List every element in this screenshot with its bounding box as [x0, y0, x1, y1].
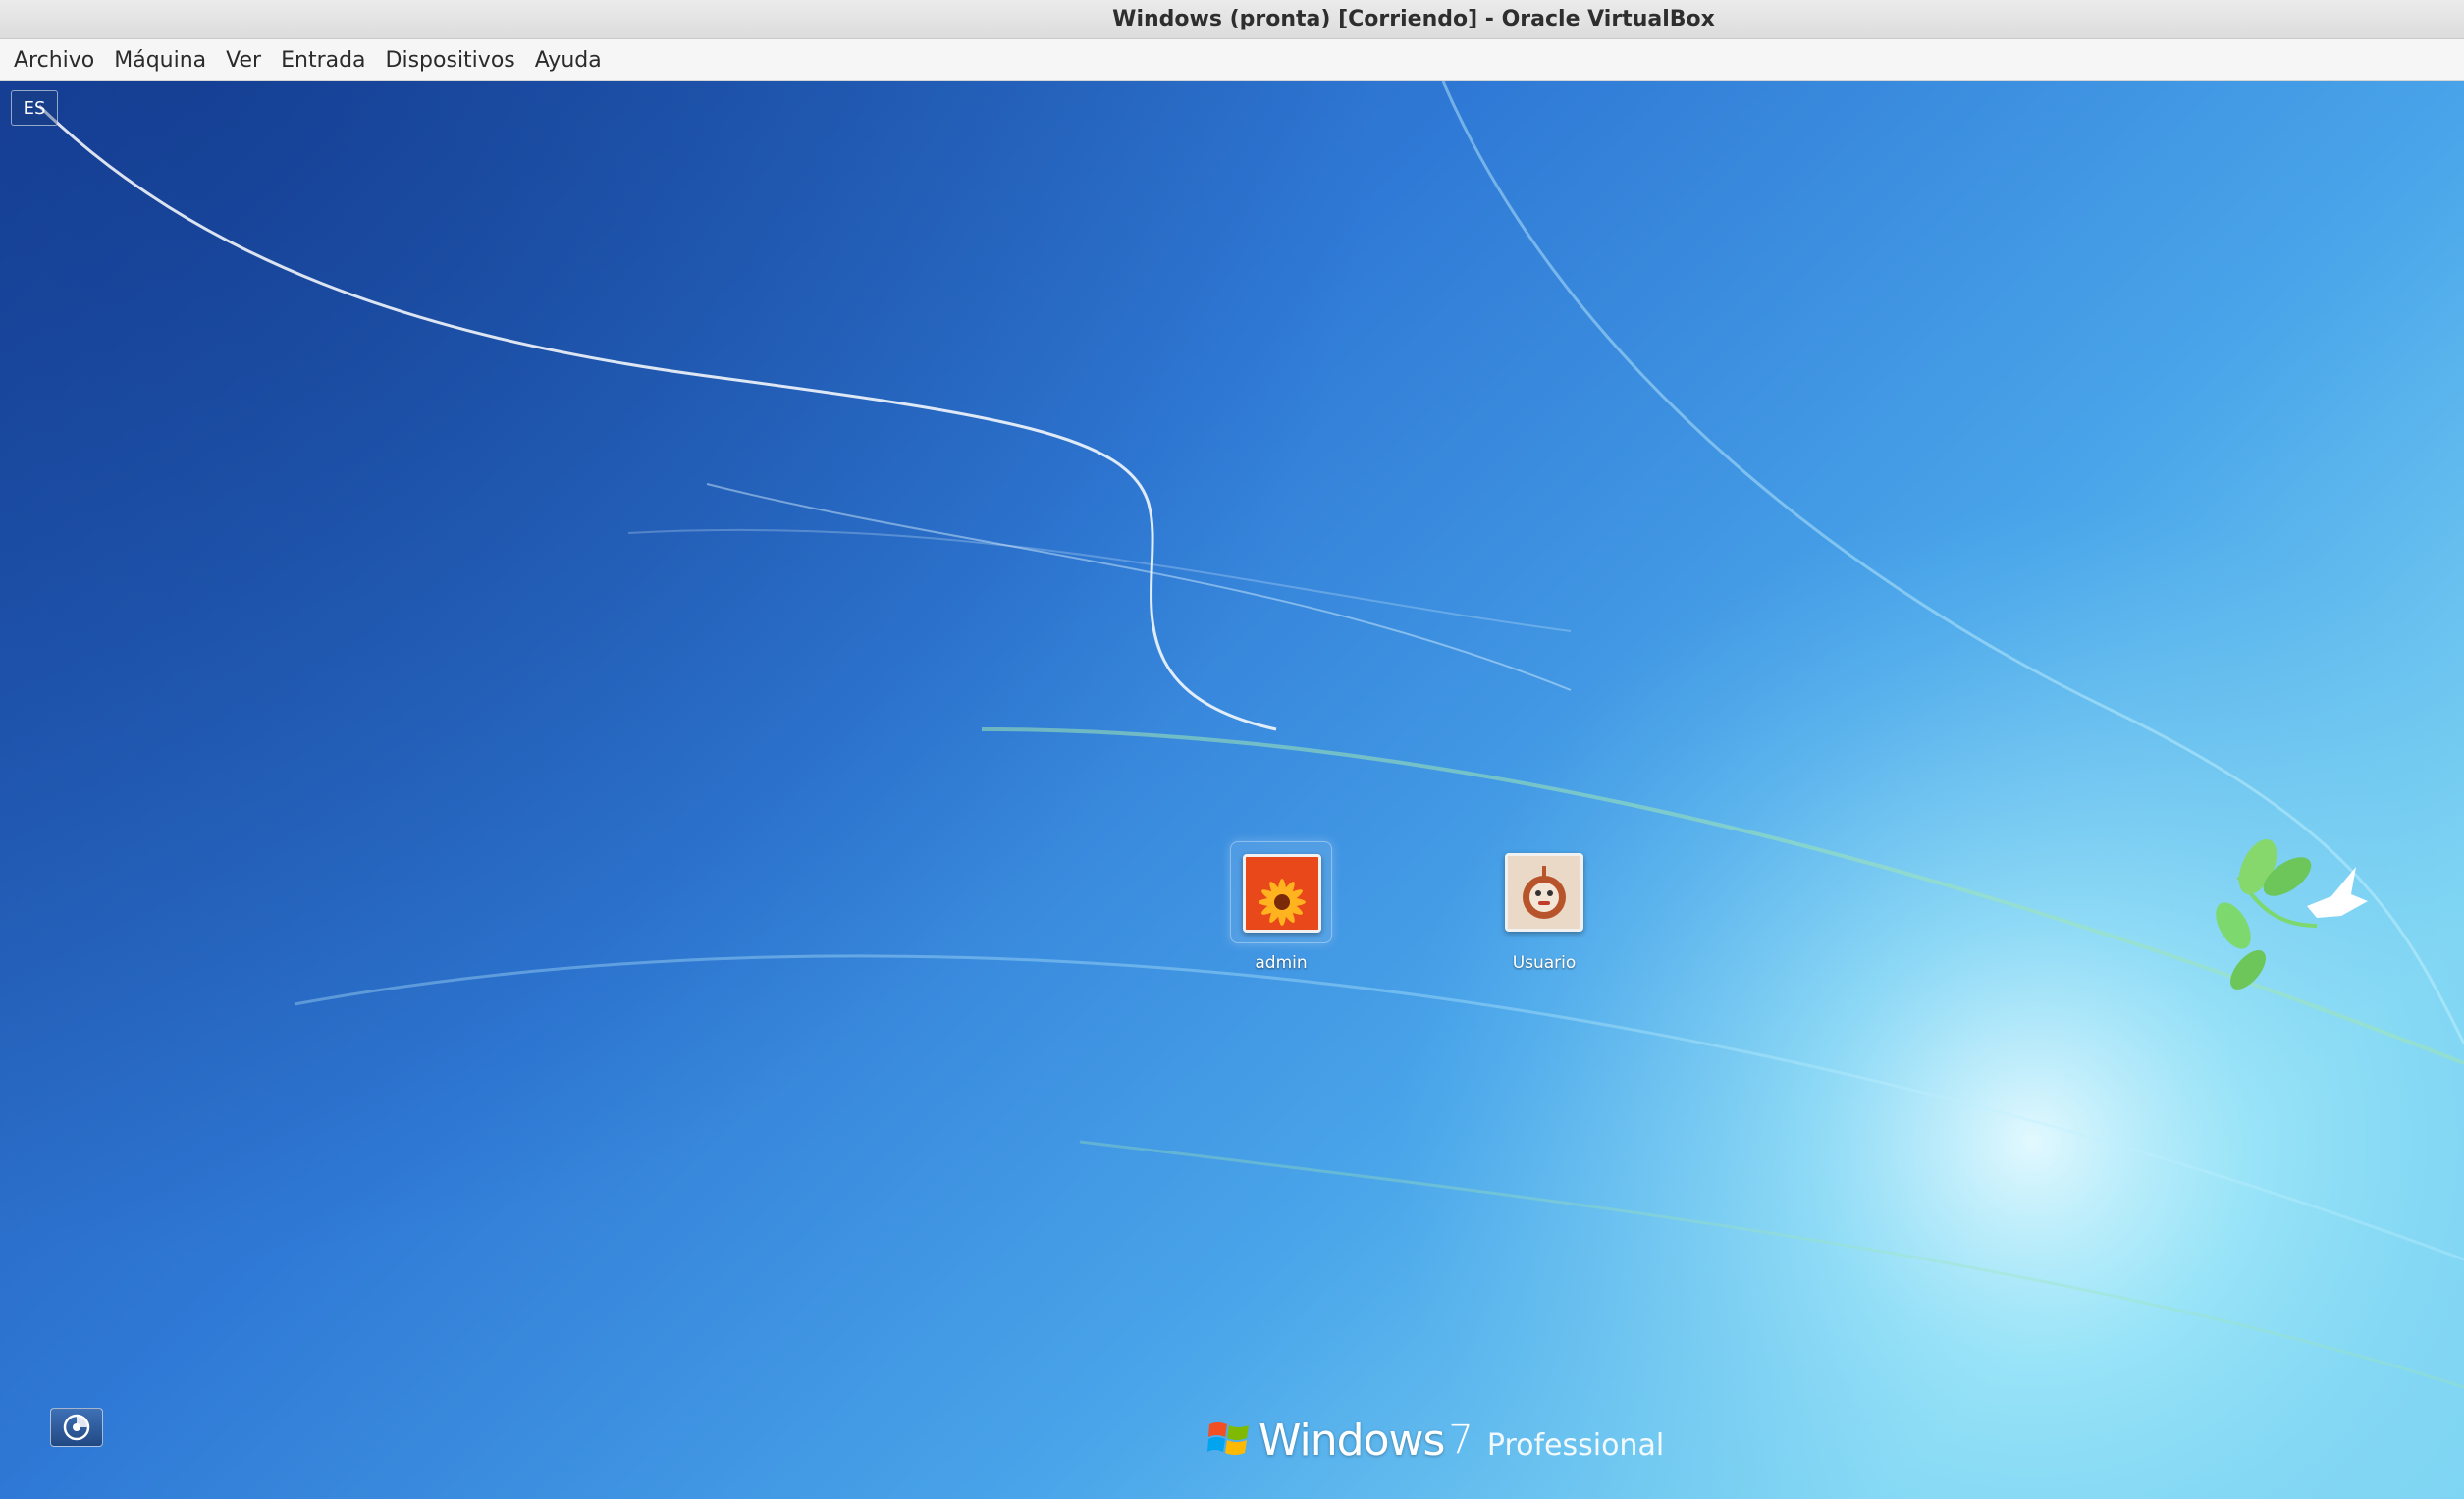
robot-character-icon [1505, 853, 1583, 932]
language-indicator[interactable]: ES [11, 90, 58, 126]
orange-flower-icon [1243, 854, 1321, 933]
user-tile-frame [1493, 841, 1595, 943]
menu-ver[interactable]: Ver [216, 44, 271, 77]
user-tile-usuario[interactable]: Usuario [1466, 841, 1623, 973]
user-name-usuario: Usuario [1512, 953, 1577, 973]
menu-dispositivos[interactable]: Dispositivos [376, 44, 525, 77]
ease-of-access-icon [63, 1414, 90, 1441]
guest-login-screen: ES admin Usuario Windows 7 Professional [0, 81, 2464, 1499]
windows7-wallpaper [0, 81, 2464, 1499]
brand-version: 7 [1448, 1418, 1473, 1463]
user-tile-frame [1230, 841, 1332, 943]
title-bar[interactable]: Windows (pronta) [Corriendo] - Oracle Vi… [0, 0, 2464, 39]
brand-name: Windows [1259, 1416, 1445, 1466]
menu-archivo[interactable]: Archivo [4, 44, 104, 77]
ease-of-access-button[interactable] [50, 1408, 103, 1447]
virtualbox-window: Windows (pronta) [Corriendo] - Oracle Vi… [0, 0, 2464, 1499]
windows-flag-logo [1207, 1422, 1249, 1455]
menu-maquina[interactable]: Máquina [104, 44, 216, 77]
menu-entrada[interactable]: Entrada [271, 44, 375, 77]
window-title: Windows (pronta) [Corriendo] - Oracle Vi… [1112, 7, 1715, 31]
user-tile-admin[interactable]: admin [1203, 841, 1360, 973]
menu-bar: Archivo Máquina Ver Entrada Dispositivos… [0, 39, 2464, 81]
windows-branding: Windows 7 Professional [1207, 1407, 1664, 1466]
menu-ayuda[interactable]: Ayuda [525, 44, 612, 77]
user-name-admin: admin [1255, 953, 1308, 973]
brand-edition: Professional [1486, 1428, 1665, 1463]
